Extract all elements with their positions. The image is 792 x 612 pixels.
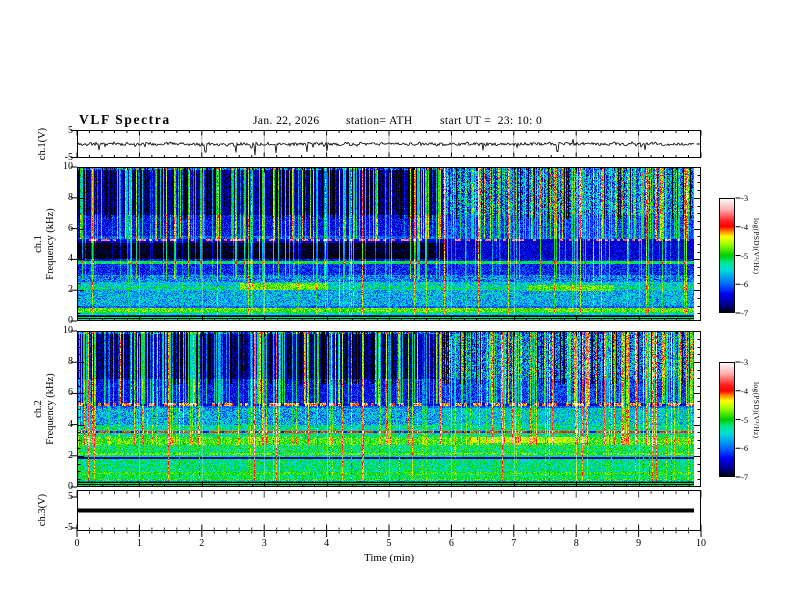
vlf-spectra-figure: VLF Spectra Jan. 22, 2026 station= ATH s… bbox=[0, 0, 792, 612]
axes-overlay bbox=[70, 130, 741, 537]
